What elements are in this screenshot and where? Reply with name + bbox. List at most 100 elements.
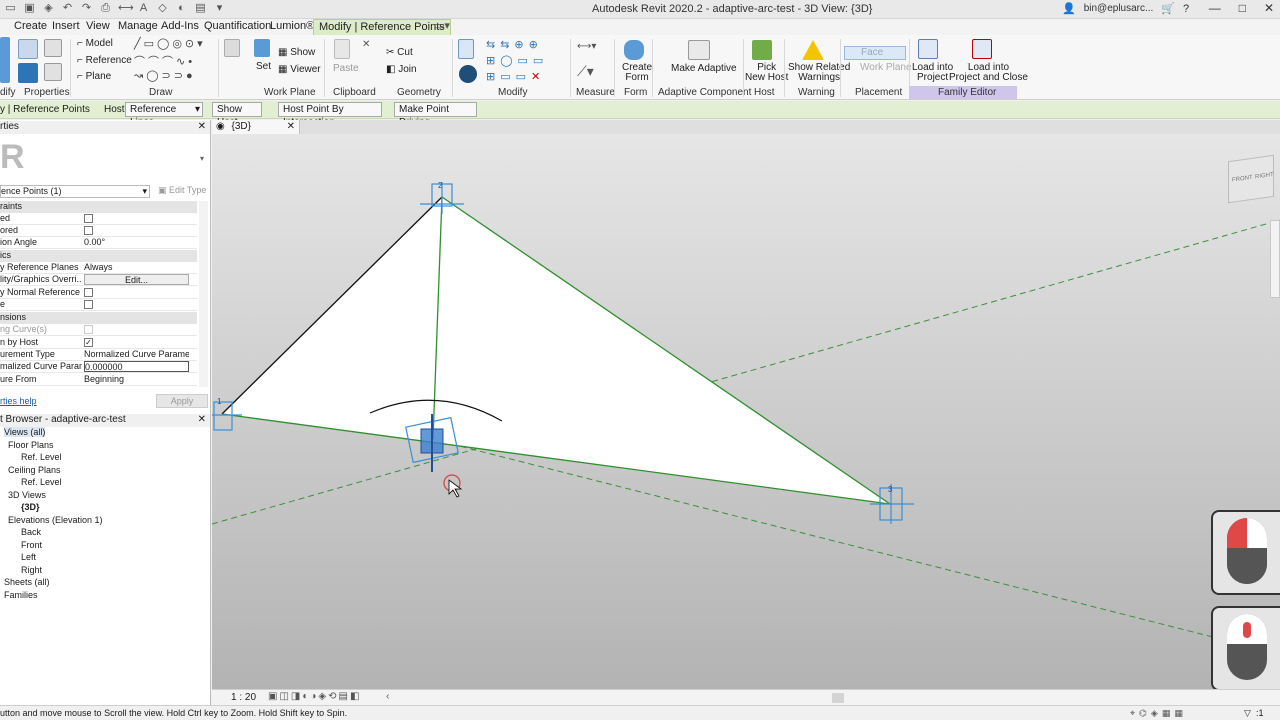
maximize-button[interactable]: □ (1239, 1, 1246, 15)
open-icon[interactable]: ▭ (4, 2, 17, 15)
qat-dropdown-icon[interactable]: ▾ (213, 2, 226, 15)
tree-item[interactable]: Right (21, 565, 42, 575)
tree-item[interactable]: Ceiling Plans (8, 465, 61, 475)
pick-new-host-icon[interactable] (752, 40, 772, 60)
create-form-icon[interactable] (624, 40, 644, 60)
host-point-by-intersection-button[interactable]: Host Point By Intersection (278, 102, 382, 128)
tree-item[interactable]: Front (21, 540, 42, 550)
filter-icon[interactable]: ▽ (1244, 706, 1251, 720)
set-workplane-button[interactable]: Set (256, 61, 271, 72)
paste-icon[interactable] (334, 39, 350, 59)
close-button[interactable]: ✕ (1264, 1, 1274, 15)
user-icon[interactable]: 👤 (1062, 2, 1076, 15)
category-params-icon[interactable] (44, 63, 62, 81)
edit-type-button[interactable]: ▣ Edit Type (158, 185, 206, 196)
sync-icon[interactable]: ◈ (42, 2, 55, 15)
help-icon[interactable]: ? (1183, 3, 1189, 15)
measure-icon[interactable]: ⟷ (118, 2, 134, 15)
modify-tools-row1[interactable]: ⇆⇆⊕⊕ (486, 38, 543, 51)
load-into-project-icon[interactable] (918, 39, 938, 59)
minimize-button[interactable]: — (1209, 1, 1221, 15)
close-icon[interactable]: ✕ (198, 121, 206, 133)
measure-from-value[interactable]: Beginning (84, 374, 189, 385)
tab-add-ins[interactable]: Add-Ins (161, 19, 199, 35)
tree-item[interactable]: Elevations (Elevation 1) (8, 515, 103, 525)
load-into-project-and-close-button[interactable]: Load into Project and Close (949, 63, 1028, 83)
view-cube-right[interactable]: RIGHT (1255, 172, 1274, 181)
undo-icon[interactable]: ↶ (61, 2, 74, 15)
tree-item[interactable]: Left (21, 552, 36, 562)
make-adaptive-icon[interactable] (688, 40, 710, 60)
modify-tool-icon[interactable] (0, 37, 10, 83)
tree-item[interactable]: Back (21, 527, 41, 537)
set-workplane-icon[interactable] (254, 39, 270, 57)
warning-icon[interactable] (802, 40, 824, 60)
type-chevron-icon[interactable]: ▾ (200, 154, 204, 163)
type-selector[interactable]: ence Points (1) ▾ (0, 185, 150, 198)
3d-view-icon[interactable]: ◇ (156, 2, 169, 15)
tab-manage[interactable]: Manage (118, 19, 158, 35)
tab-overflow-icon[interactable]: ▭▾ (434, 19, 450, 35)
rotation-angle-value[interactable]: 0.00° (84, 237, 189, 248)
pick-new-host-button[interactable]: Pick New Host (745, 63, 788, 83)
3d-model-canvas[interactable]: 2 1 3 (212, 134, 1280, 689)
show-host-button[interactable]: Show Host (212, 102, 262, 128)
tree-item[interactable]: Ref. Level (21, 477, 62, 487)
family-types-icon[interactable] (44, 39, 62, 57)
cart-icon[interactable]: 🛒 (1161, 2, 1175, 15)
properties-icon[interactable] (18, 63, 38, 83)
tag-icon[interactable]: A (137, 2, 150, 15)
save-icon[interactable]: ▣ (23, 2, 36, 15)
close-icon[interactable]: ✕ (287, 120, 295, 133)
cut-button[interactable]: ✂ Cut (386, 47, 413, 58)
horizontal-scroll-thumb[interactable] (832, 693, 844, 703)
tab-modify-reference-points[interactable]: Modify | Reference Points (313, 19, 451, 35)
section-icon[interactable]: ◐ (175, 2, 188, 15)
group-graphics[interactable]: ics (0, 250, 197, 262)
tab-create[interactable]: Create (14, 19, 47, 35)
clipboard-x-icon[interactable]: ✕ (362, 39, 370, 50)
status-icons[interactable]: ⌖⌬◈▦▦ (1130, 706, 1187, 720)
group-dimensions[interactable]: nsions (0, 312, 197, 324)
tree-item[interactable]: Views (all) (4, 427, 46, 437)
checkbox-checked[interactable]: ✓ (84, 338, 93, 348)
tab-insert[interactable]: Insert (52, 19, 80, 35)
redo-icon[interactable]: ↷ (80, 2, 93, 15)
apply-button[interactable]: Apply (156, 394, 208, 408)
view-cube[interactable]: FRONT RIGHT (1228, 154, 1274, 204)
view-tab-3d[interactable]: ◉ {3D} ✕ (212, 120, 300, 134)
tree-item-active[interactable]: {3D} (21, 502, 40, 512)
properties-help-link[interactable]: rties help (0, 396, 37, 406)
view-controls-icons[interactable]: ▣◫◨◐◑◈⟲▤◧ (268, 691, 361, 702)
normalized-param-input[interactable]: 0.000000 (84, 361, 189, 372)
drawing-viewport[interactable]: 2 1 3 FRONT RIGHT (212, 134, 1280, 689)
tree-item[interactable]: Floor Plans (8, 440, 54, 450)
user-name[interactable]: bin@eplusarc... (1084, 3, 1154, 14)
properties-scrollbar[interactable] (199, 201, 208, 387)
make-adaptive-button[interactable]: Make Adaptive (671, 63, 737, 74)
model-line-button[interactable]: ⌐ Model (77, 38, 113, 49)
navigation-bar[interactable] (1270, 220, 1280, 298)
place-on-workplane-button[interactable]: Work Plane (844, 62, 912, 76)
modify-tools-row2[interactable]: ⊞◯▭▭ (486, 54, 548, 67)
print-icon[interactable]: ⎙ (99, 2, 112, 15)
tree-item[interactable]: 3D Views (8, 490, 46, 500)
checkbox[interactable] (84, 300, 93, 310)
close-icon[interactable]: ✕ (198, 414, 206, 426)
view-cube-front[interactable]: FRONT (1232, 175, 1253, 184)
plane-button[interactable]: ⌐ Plane (77, 71, 111, 82)
move-icon[interactable] (459, 65, 477, 83)
draw-shapes-row1[interactable]: ╱▭◯◎⊙▾ (134, 37, 206, 50)
measurement-type-value[interactable]: Normalized Curve Parame... (84, 349, 189, 360)
checkbox[interactable] (84, 214, 93, 224)
viewer-button[interactable]: ▦ Viewer (278, 64, 321, 75)
dimension-icon[interactable]: ⟋▾ (577, 63, 594, 80)
tree-item[interactable]: Sheets (all) (4, 577, 50, 587)
load-and-close-icon[interactable] (972, 39, 992, 59)
ref-plane-icon[interactable] (224, 39, 240, 57)
scale-value[interactable]: 1 : 20 (231, 692, 256, 703)
tree-item[interactable]: Ref. Level (21, 452, 62, 462)
create-form-button[interactable]: Create Form (622, 63, 652, 83)
show-reference-planes-value[interactable]: Always (84, 262, 189, 273)
load-into-project-button[interactable]: Load into Project (912, 63, 953, 83)
